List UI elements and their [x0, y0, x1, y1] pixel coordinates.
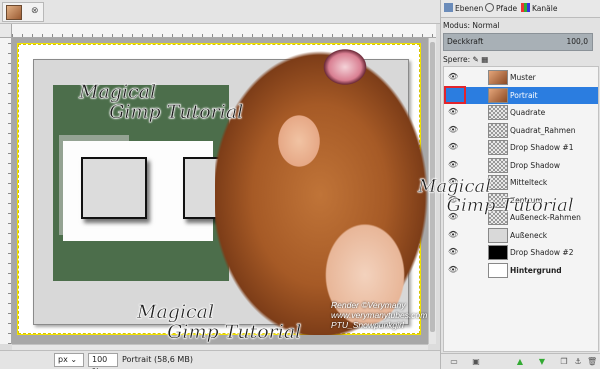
opacity-value: 100,0: [566, 37, 588, 46]
layer-link-icon[interactable]: [466, 159, 480, 173]
layer-link-icon[interactable]: [466, 106, 480, 120]
layer-link-icon[interactable]: [466, 71, 480, 85]
status-bar: px ⌄ 100 % Portrait (58,6 MB): [0, 350, 440, 369]
image-tabs-bar: ⊗: [0, 0, 440, 24]
layer-thumbnail: [488, 157, 508, 173]
new-group-icon[interactable]: ▣: [471, 357, 481, 367]
layer-row[interactable]: 👁 Muster: [444, 69, 598, 86]
layer-row[interactable]: 👁 Quadrat_Rahmen: [444, 122, 598, 139]
layer-link-icon[interactable]: [444, 85, 466, 104]
tab-channels-label: Kanäle: [532, 4, 558, 13]
visibility-eye-icon[interactable]: 👁: [448, 73, 458, 81]
layer-name: Drop Shadow #1: [510, 143, 574, 152]
credit-line-3: PTU_Snowpunkgirl: [331, 319, 404, 330]
layer-link-icon[interactable]: [466, 141, 480, 155]
layer-name: Portrait: [510, 90, 538, 100]
layer-name: Quadrate: [510, 108, 546, 117]
lock-row: Sperre: ✎ ▦: [443, 54, 599, 66]
vertical-ruler[interactable]: [0, 38, 12, 344]
paths-icon: [485, 3, 494, 12]
delete-layer-icon[interactable]: 🗑: [587, 357, 597, 367]
square-left: [81, 157, 147, 219]
layer-thumbnail: [488, 140, 508, 155]
watermark-bottom: Magical Gimp Tutorial: [137, 301, 302, 343]
visibility-eye-icon[interactable]: 👁: [448, 230, 458, 239]
layer-row[interactable]: 👁Portrait: [444, 85, 598, 104]
layer-name: Quadrat_Rahmen: [510, 125, 576, 135]
new-layer-icon[interactable]: ▭: [449, 357, 459, 367]
zoom-value: 100 %: [92, 355, 108, 369]
layer-thumbnail: [488, 227, 508, 243]
layer-thumbnail: [488, 245, 508, 260]
layer-name: Hintergrund: [510, 265, 562, 275]
layer-row[interactable]: 👁 Drop Shadow #2: [444, 244, 598, 261]
dock-button-bar: ▭ ▣ ▲ ▼ ❐ ⚓ 🗑: [441, 353, 600, 369]
status-text: Portrait (58,6 MB): [122, 355, 193, 364]
tab-paths-label: Pfade: [496, 4, 518, 13]
tab-channels[interactable]: Kanäle: [521, 3, 557, 16]
canvas-viewport[interactable]: Magical Gimp Tutorial Magical Gimp Tutor…: [12, 38, 428, 344]
layer-link-icon[interactable]: [466, 264, 480, 278]
ruler-corner[interactable]: [0, 24, 12, 38]
layer-row[interactable]: 👁 Außeneck: [444, 227, 598, 244]
layer-name: Drop Shadow: [510, 160, 561, 170]
visibility-eye-icon[interactable]: 👁: [448, 143, 458, 151]
watermark-dock: Magical Gimp Tutorial: [418, 176, 574, 216]
layer-row[interactable]: 👁 Drop Shadow: [444, 157, 598, 174]
visibility-eye-icon[interactable]: 👁: [448, 248, 458, 256]
layer-link-icon[interactable]: [466, 229, 480, 243]
unit-value: px: [58, 355, 68, 364]
layer-thumbnail: [488, 87, 508, 103]
layer-name: Muster: [510, 73, 536, 82]
layers-icon: [444, 3, 453, 12]
layer-row[interactable]: 👁 Drop Shadow #1: [444, 139, 598, 156]
channels-icon: [521, 3, 530, 12]
mode-select[interactable]: Modus: Normal: [443, 20, 599, 31]
layer-thumbnail: [488, 70, 508, 85]
portrait-render: [215, 45, 428, 335]
layer-thumbnail: [488, 262, 508, 278]
lock-label: Sperre:: [443, 55, 471, 64]
image-thumbnail: [6, 5, 22, 20]
anchor-layer-icon[interactable]: ⚓: [573, 357, 583, 367]
layer-row[interactable]: 👁 Quadrate: [444, 104, 598, 121]
visibility-eye-icon[interactable]: 👁: [448, 160, 458, 169]
horizontal-ruler[interactable]: [12, 24, 436, 38]
visibility-eye-icon[interactable]: 👁: [448, 125, 458, 134]
layer-thumbnail: [488, 105, 508, 120]
lock-alpha-icon[interactable]: ▦: [481, 55, 488, 64]
render-credit: Render ©Verymany www.verymanytubes.com P…: [331, 300, 427, 330]
tab-layers-label: Ebenen: [455, 4, 484, 13]
lock-paint-icon[interactable]: ✎: [473, 55, 479, 64]
tab-layers[interactable]: Ebenen: [444, 3, 483, 16]
raise-layer-icon[interactable]: ▲: [515, 357, 525, 367]
layer-link-icon[interactable]: [466, 124, 480, 138]
watermark-top: Magical Gimp Tutorial: [79, 81, 244, 123]
close-icon[interactable]: ⊗: [31, 6, 39, 16]
duplicate-layer-icon[interactable]: ❐: [559, 357, 569, 367]
layer-name: Drop Shadow #2: [510, 248, 574, 257]
visibility-eye-icon[interactable]: 👁: [448, 265, 458, 274]
visibility-eye-icon[interactable]: 👁: [448, 108, 458, 116]
unit-select[interactable]: px ⌄: [54, 353, 84, 367]
image-tab-portrait[interactable]: ⊗: [2, 2, 44, 22]
image-canvas[interactable]: Magical Gimp Tutorial Magical Gimp Tutor…: [18, 44, 428, 342]
opacity-label: Deckkraft: [447, 37, 484, 46]
tab-paths[interactable]: Pfade: [485, 3, 517, 16]
layer-link-icon[interactable]: [466, 246, 480, 260]
layer-name: Außeneck: [510, 230, 548, 240]
layer-thumbnail: [488, 122, 508, 138]
gimp-window: ⊗ Magical Gimp Tutorial Magical Gimp Tut…: [0, 0, 600, 369]
zoom-select[interactable]: 100 %: [88, 353, 118, 369]
layer-row[interactable]: 👁 Hintergrund: [444, 262, 598, 279]
dock-tabs: Ebenen Pfade Kanäle: [441, 0, 600, 18]
lower-layer-icon[interactable]: ▼: [537, 357, 547, 367]
opacity-slider[interactable]: Deckkraft 100,0: [443, 33, 593, 51]
